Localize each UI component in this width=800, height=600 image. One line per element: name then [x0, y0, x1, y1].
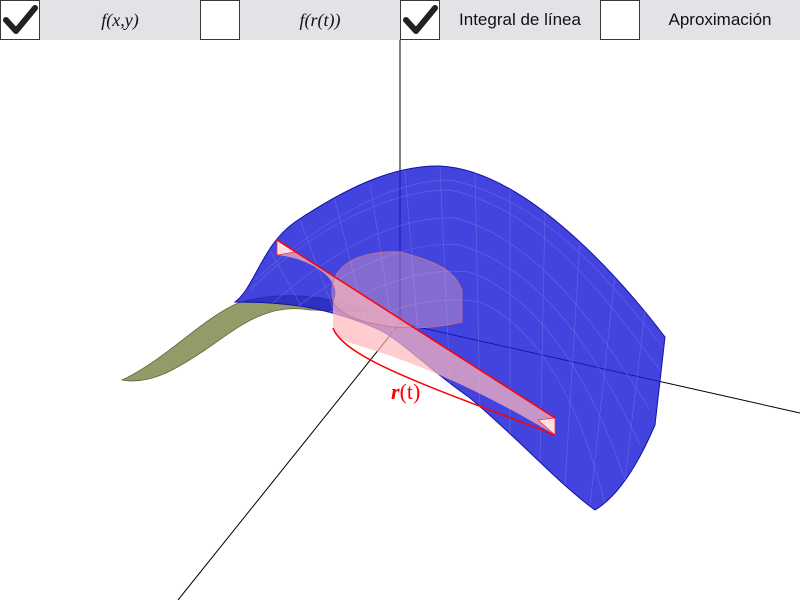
option-f-rt[interactable]: f(r(t)): [200, 0, 400, 40]
checkbox-aproximacion[interactable]: [600, 0, 640, 40]
checkmark-icon: [3, 5, 38, 34]
option-label-f-xy: f(x,y): [101, 9, 139, 30]
curve-label-t: (t): [399, 379, 421, 404]
toolbar: f(x,y) f(r(t)) Integral de línea Aproxim…: [0, 0, 800, 40]
curve-label-r-t: r(t): [391, 379, 420, 405]
3d-plot-canvas[interactable]: [0, 40, 800, 600]
checkbox-f-xy[interactable]: [0, 0, 40, 40]
option-integral-de-linea[interactable]: Integral de línea: [400, 0, 600, 40]
option-label-f-rt: f(r(t)): [299, 9, 341, 30]
option-label-integral-de-linea: Integral de línea: [459, 10, 581, 29]
surface-f-xy: [233, 165, 666, 511]
option-label-aproximacion: Aproximación: [668, 10, 772, 29]
option-f-xy[interactable]: f(x,y): [0, 0, 200, 40]
option-aproximacion[interactable]: Aproximación: [600, 0, 800, 40]
y-axis-line: [177, 322, 401, 600]
checkbox-integral-de-linea[interactable]: [400, 0, 440, 40]
checkbox-f-rt[interactable]: [200, 0, 240, 40]
curve-label-r: r: [391, 379, 400, 404]
checkmark-icon: [403, 5, 438, 34]
